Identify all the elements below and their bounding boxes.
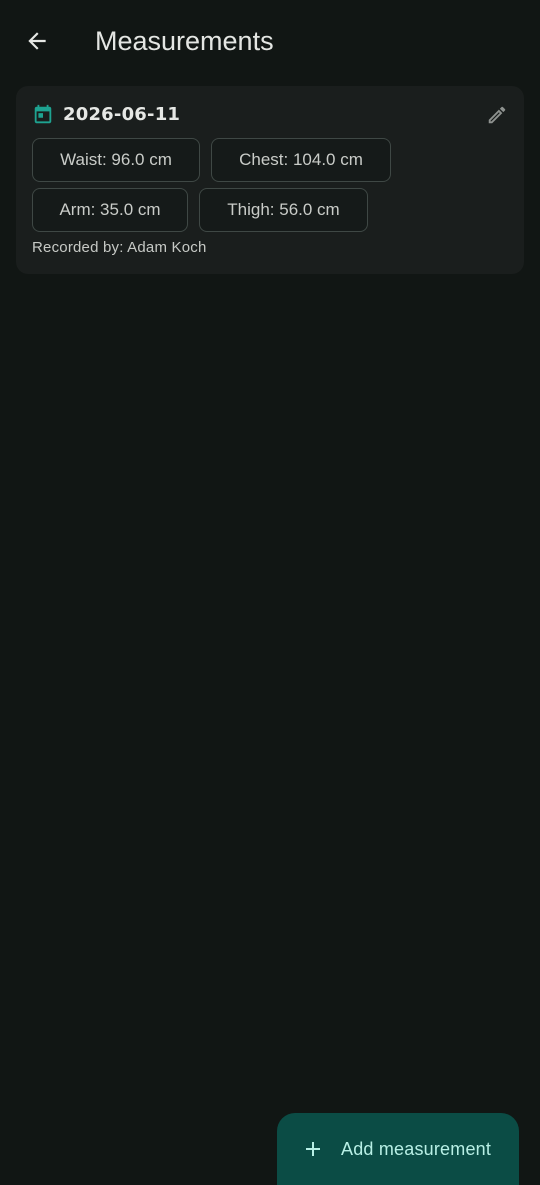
chest-chip[interactable]: Chest: 104.0 cm <box>211 138 391 182</box>
add-measurement-button[interactable]: Add measurement <box>277 1113 519 1185</box>
thigh-chip[interactable]: Thigh: 56.0 cm <box>199 188 368 232</box>
add-measurement-label: Add measurement <box>341 1138 492 1159</box>
page-title: Measurements <box>95 26 274 56</box>
pencil-icon <box>488 106 506 124</box>
measurement-card: 2026-06-11 Waist: 96.0 cm Chest: 104.0 c… <box>16 86 524 274</box>
edit-button[interactable] <box>482 100 512 130</box>
measurement-date: 2026-06-11 <box>63 104 181 125</box>
calendar-icon <box>34 104 52 124</box>
back-button[interactable] <box>14 18 60 64</box>
waist-chip[interactable]: Waist: 96.0 cm <box>32 138 200 182</box>
plus-icon <box>306 1142 320 1156</box>
recorded-by-label: Recorded by: Adam Koch <box>32 239 207 256</box>
arrow-back-icon <box>28 32 46 50</box>
app-bar: Measurements <box>0 0 540 82</box>
arm-chip[interactable]: Arm: 35.0 cm <box>32 188 188 232</box>
